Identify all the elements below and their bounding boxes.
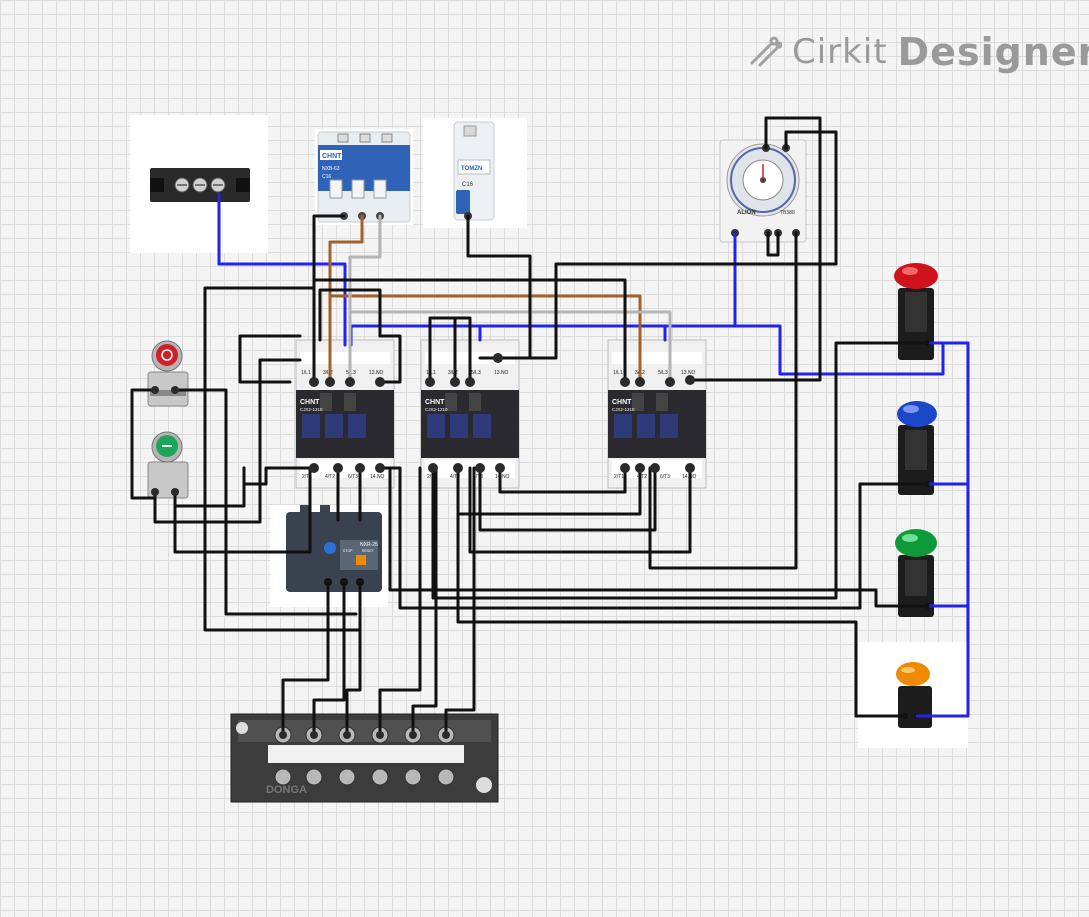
time-switch[interactable]: ALION TB388 xyxy=(719,139,807,243)
contactor-1-term-t2: 4/T2 xyxy=(325,474,335,480)
pilot-light-green[interactable] xyxy=(895,529,937,617)
contactor-3-term-l1: 1/L1 xyxy=(613,370,623,376)
contactor-3-term-t1: 2/T1 xyxy=(614,474,624,480)
mcb1-rating-label: C16 xyxy=(462,182,474,188)
contactor-3-model: CJX2-1210 xyxy=(612,407,635,412)
pilot-light-orange[interactable] xyxy=(858,642,968,748)
mcb-3-pole[interactable]: CHNT NXB-63 C16 xyxy=(315,129,413,225)
pushbutton-start-green[interactable] xyxy=(147,431,189,499)
contactor-3-term-13no: 13.NO xyxy=(681,370,696,376)
contactor-2-term-l3: 5/L3 xyxy=(471,370,481,376)
mcb-brand-label: CHNT xyxy=(322,153,342,160)
relay-model-label: NXR-25 xyxy=(360,542,378,548)
contactor-2-model: CJX2-1210 xyxy=(425,407,448,412)
pilot-light-blue[interactable] xyxy=(897,401,937,495)
terminal-strip[interactable]: DONGA xyxy=(230,713,499,803)
contactor-1-term-13no: 13.NO xyxy=(369,370,384,376)
pilot-light-red[interactable] xyxy=(894,263,938,360)
contactor-2-term-14no: 14.NO xyxy=(495,474,510,480)
mcb-model-label: NXB-63 xyxy=(322,166,340,172)
mcb-1-pole[interactable]: TOMZN C16 xyxy=(423,118,527,228)
mcb1-brand-label: TOMZN xyxy=(461,166,482,172)
circuit-diagram[interactable]: CHNT NXB-63 C16 TOMZN C16 ALION TB388 CH… xyxy=(0,0,1089,917)
contactor-1-model: CJX2-1210 xyxy=(300,407,323,412)
contactor-3-term-l3: 5/L3 xyxy=(658,370,668,376)
contactor-1-term-l1: 1/L1 xyxy=(301,370,311,376)
contactor-3-brand: CHNT xyxy=(612,399,632,406)
contactor-2-term-13no: 13.NO xyxy=(494,370,509,376)
contactor-1-term-14no: 14.NO xyxy=(370,474,385,480)
terminal-strip-brand: DONGA xyxy=(266,784,307,796)
relay-stop-label: STOP xyxy=(343,549,353,553)
contactor-1-brand: CHNT xyxy=(300,399,320,406)
mcb-rating-label: C16 xyxy=(322,174,331,180)
contactor-3-term-t3: 6/T3 xyxy=(660,474,670,480)
contactor-1-term-t3: 6/T3 xyxy=(348,474,358,480)
relay-reset-label: RESET xyxy=(362,549,375,553)
timer-brand-label: ALION xyxy=(737,210,756,216)
contactor-2-brand: CHNT xyxy=(425,399,445,406)
timer-model-label: TB388 xyxy=(780,210,795,216)
terminal-block-small[interactable] xyxy=(130,115,268,253)
pushbutton-stop-red[interactable] xyxy=(147,340,189,407)
